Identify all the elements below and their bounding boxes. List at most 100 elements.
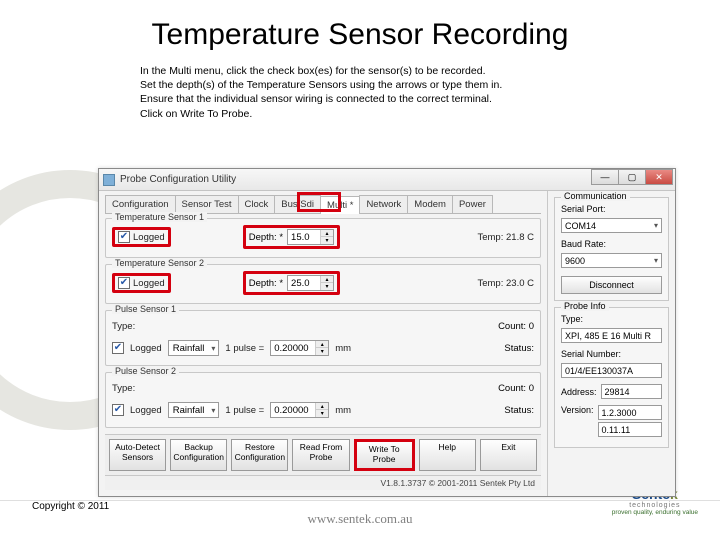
exit-button[interactable]: Exit (480, 439, 537, 471)
address-value: 29814 (601, 384, 662, 399)
depth-down-2[interactable]: ▾ (321, 283, 333, 290)
count-label: Count: (498, 383, 526, 394)
pulse2-value[interactable]: 0.20000 (271, 405, 315, 416)
tab-sensor-test[interactable]: Sensor Test (175, 195, 239, 213)
restore-button[interactable]: Restore Configuration (231, 439, 288, 471)
pulse2-type-select[interactable]: Rainfall (168, 402, 220, 418)
maximize-button[interactable]: ▢ (618, 169, 646, 185)
pulse2-logged-checkbox[interactable]: ✔ (112, 404, 124, 416)
window-titlebar: Probe Configuration Utility — ▢ ✕ (99, 169, 675, 191)
logged-label: Logged (130, 405, 162, 416)
depth-spinner-1[interactable]: 15.0 ▴▾ (287, 229, 334, 245)
button-bar: Auto-Detect Sensors Backup Configuration… (105, 434, 541, 475)
highlight-multi-tab (297, 192, 341, 212)
group-temp-sensor-2: Temperature Sensor 2 ✔ Logged Depth: * 2… (105, 264, 541, 304)
tab-clock[interactable]: Clock (238, 195, 276, 213)
minimize-button[interactable]: — (591, 169, 619, 185)
group-title: Temperature Sensor 2 (112, 258, 207, 268)
pulse-equals-label: 1 pulse = (225, 343, 264, 354)
pulse1-type-select[interactable]: Rainfall (168, 340, 220, 356)
depth-label: Depth: * (249, 278, 283, 289)
status-label: Status: (504, 343, 534, 354)
pulse1-down[interactable]: ▾ (316, 348, 328, 355)
highlight-logged-1: ✔ Logged (112, 227, 171, 247)
baud-rate-select[interactable]: 9600 (561, 253, 662, 268)
group-title: Probe Info (561, 301, 609, 311)
pulse1-unit: mm (335, 343, 351, 354)
serial-port-select[interactable]: COM14 (561, 218, 662, 233)
type-label: Type: (112, 383, 135, 394)
version-label: Version: (561, 405, 594, 437)
group-pulse-sensor-2: Pulse Sensor 2 Type: Count: 0 ✔ Logged R… (105, 372, 541, 428)
depth-up-1[interactable]: ▴ (321, 230, 333, 237)
version-value-2: 0.11.11 (598, 422, 662, 437)
right-panel: Communication Serial Port: COM14 Baud Ra… (547, 191, 675, 496)
write-to-probe-button[interactable]: Write To Probe (354, 439, 415, 471)
window-title: Probe Configuration Utility (120, 174, 236, 185)
app-icon (103, 174, 115, 186)
probe-config-window: Probe Configuration Utility — ▢ ✕ Config… (98, 168, 676, 497)
highlight-depth-1: Depth: * 15.0 ▴▾ (243, 225, 340, 249)
help-button[interactable]: Help (419, 439, 476, 471)
depth-up-2[interactable]: ▴ (321, 276, 333, 283)
instruction-line: In the Multi menu, click the check box(e… (140, 64, 720, 78)
highlight-logged-2: ✔ Logged (112, 273, 171, 293)
disconnect-button[interactable]: Disconnect (561, 276, 662, 294)
group-title: Pulse Sensor 1 (112, 304, 179, 314)
read-from-probe-button[interactable]: Read From Probe (292, 439, 349, 471)
logo-subtitle: technologies (612, 502, 698, 509)
count-value: 0 (529, 321, 534, 332)
baud-rate-label: Baud Rate: (561, 239, 662, 249)
footer-url: www.sentek.com.au (308, 511, 413, 527)
type-label: Type: (112, 321, 135, 332)
pulse2-up[interactable]: ▴ (316, 403, 328, 410)
instruction-line: Ensure that the individual sensor wiring… (140, 92, 720, 106)
depth-spinner-2[interactable]: 25.0 ▴▾ (287, 275, 334, 291)
pulse1-up[interactable]: ▴ (316, 341, 328, 348)
count-value: 0 (529, 383, 534, 394)
communication-group: Communication Serial Port: COM14 Baud Ra… (554, 197, 669, 301)
pulse2-unit: mm (335, 405, 351, 416)
version-value-1: 1.2.3000 (598, 405, 662, 420)
group-pulse-sensor-1: Pulse Sensor 1 Type: Count: 0 ✔ Logged R… (105, 310, 541, 366)
count-label: Count: (498, 321, 526, 332)
highlight-depth-2: Depth: * 25.0 ▴▾ (243, 271, 340, 295)
close-button[interactable]: ✕ (645, 169, 673, 185)
logged-checkbox-1[interactable]: ✔ (118, 231, 130, 243)
pulse1-value-spinner[interactable]: 0.20000 ▴▾ (270, 340, 329, 356)
tab-power[interactable]: Power (452, 195, 493, 213)
depth-label: Depth: * (249, 232, 283, 243)
group-title: Temperature Sensor 1 (112, 212, 207, 222)
serial-number-label: Serial Number: (561, 349, 662, 359)
group-title: Communication (561, 191, 630, 201)
depth-down-1[interactable]: ▾ (321, 237, 333, 244)
probe-type-value: XPI, 485 E 16 Multi R (561, 328, 662, 343)
pulse1-value[interactable]: 0.20000 (271, 343, 315, 354)
auto-detect-button[interactable]: Auto-Detect Sensors (109, 439, 166, 471)
pulse2-down[interactable]: ▾ (316, 410, 328, 417)
temp-readout-2: Temp: 23.0 C (477, 278, 534, 289)
tab-network[interactable]: Network (359, 195, 408, 213)
pulse2-value-spinner[interactable]: 0.20000 ▴▾ (270, 402, 329, 418)
instruction-line: Set the depth(s) of the Temperature Sens… (140, 78, 720, 92)
group-temp-sensor-1: Temperature Sensor 1 ✔ Logged Depth: * 1… (105, 218, 541, 258)
instruction-line: Click on Write To Probe. (140, 107, 720, 121)
logo-tagline: proven quality, enduring value (612, 509, 698, 516)
logged-label: Logged (133, 232, 165, 243)
pulse-equals-label: 1 pulse = (225, 405, 264, 416)
logged-checkbox-2[interactable]: ✔ (118, 277, 130, 289)
instructions-block: In the Multi menu, click the check box(e… (0, 56, 720, 129)
temp-readout-1: Temp: 21.8 C (477, 232, 534, 243)
tab-modem[interactable]: Modem (407, 195, 453, 213)
pulse1-logged-checkbox[interactable]: ✔ (112, 342, 124, 354)
depth-value-1[interactable]: 15.0 (288, 232, 320, 243)
tab-configuration[interactable]: Configuration (105, 195, 176, 213)
logged-label: Logged (130, 343, 162, 354)
depth-value-2[interactable]: 25.0 (288, 278, 320, 289)
logged-label: Logged (133, 278, 165, 289)
group-title: Pulse Sensor 2 (112, 366, 179, 376)
probe-info-group: Probe Info Type: XPI, 485 E 16 Multi R S… (554, 307, 669, 448)
status-label: Status: (504, 405, 534, 416)
backup-button[interactable]: Backup Configuration (170, 439, 227, 471)
address-label: Address: (561, 387, 597, 397)
